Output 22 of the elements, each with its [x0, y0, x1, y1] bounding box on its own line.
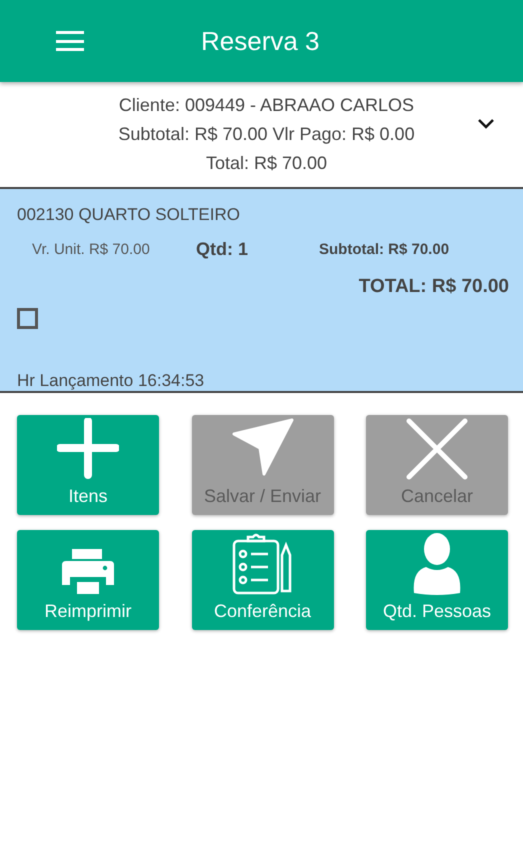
total-label: Total: R$ 70.00 — [206, 153, 328, 174]
action-button[interactable]: Reimprimir — [17, 530, 159, 630]
chevron-down-icon[interactable] — [477, 118, 495, 130]
client-label: Cliente: 009449 - ABRAAO CARLOS — [118, 95, 414, 116]
item-subtotal: Subtotal: R$ 70.00 — [319, 241, 450, 258]
action-button[interactable]: Conferência — [192, 530, 334, 630]
close-icon — [406, 418, 468, 480]
page-title: Reserva 3 — [201, 26, 320, 56]
clipboard-checklist-icon — [232, 533, 294, 595]
subtotal-label: Subtotal: R$ 70.00 Vlr Pago: R$ 0.00 — [118, 124, 415, 145]
person-icon — [412, 533, 462, 595]
item-checkbox[interactable] — [17, 308, 38, 329]
action-button[interactable]: Itens — [17, 415, 159, 515]
unit-price: Vr. Unit. R$ 70.00 — [32, 241, 151, 258]
item-name: 002130 QUARTO SOLTEIRO — [17, 205, 241, 225]
entry-time: Hr Lançamento 16:34:53 — [17, 371, 204, 391]
plus-icon — [57, 418, 119, 480]
action-button[interactable]: Qtd. Pessoas — [366, 530, 508, 630]
item-total: TOTAL: R$ 70.00 — [358, 276, 509, 298]
menu-icon[interactable] — [56, 31, 84, 51]
quantity: Qtd: 1 — [196, 239, 249, 260]
printer-icon — [62, 549, 114, 595]
